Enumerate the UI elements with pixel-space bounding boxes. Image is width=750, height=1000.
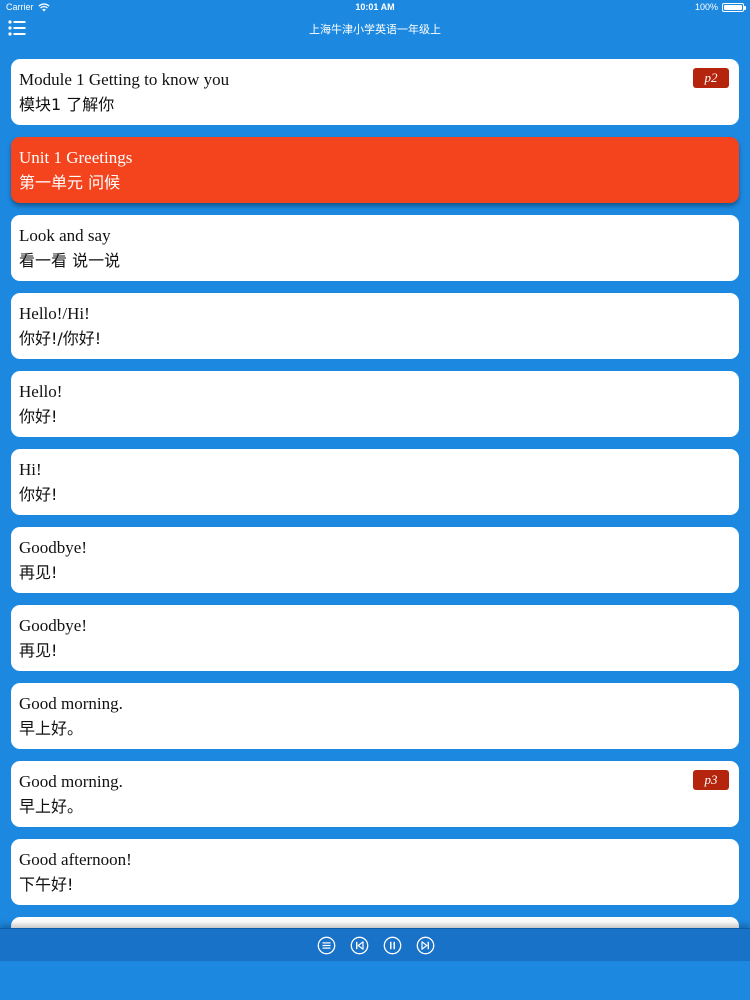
lesson-chinese-text: 你好! — [19, 485, 58, 504]
page-number-badge: p2 — [693, 68, 729, 88]
lesson-english-text: Goodbye! — [19, 538, 87, 557]
lesson-chinese-text: 你好! — [19, 407, 58, 426]
lesson-item-selected[interactable]: Unit 1 Greetings 第一单元 问候 — [11, 137, 739, 203]
lesson-item[interactable]: Look and say 看一看 说一说 — [11, 215, 739, 281]
list-menu-icon[interactable] — [7, 18, 27, 38]
lesson-english-text: Module 1 Getting to know you — [19, 70, 230, 89]
status-right: 100% — [604, 2, 746, 12]
status-left: Carrier — [6, 2, 146, 12]
wifi-icon — [37, 2, 50, 12]
lesson-item[interactable]: Goodbye! 再见! — [11, 527, 739, 593]
status-bar: Carrier 10:01 AM 100% — [0, 0, 750, 14]
page-title: 上海牛津小学英语一年级上 — [309, 23, 441, 36]
lesson-english-text: Look and say — [19, 226, 111, 245]
lesson-chinese-text: 早上好。 — [19, 719, 84, 738]
lesson-item[interactable]: Goodbye! 再见! — [11, 605, 739, 671]
lesson-item[interactable]: Good morning. 早上好。 p3 — [11, 761, 739, 827]
battery-icon — [722, 2, 746, 12]
lesson-item-partial[interactable] — [11, 917, 739, 928]
navigation-bar: 上海牛津小学英语一年级上 — [0, 14, 750, 44]
battery-percent: 100% — [694, 2, 718, 12]
lesson-item[interactable]: Hello!/Hi! 你好!/你好! — [11, 293, 739, 359]
lesson-chinese-text: 模块1 了解你 — [19, 95, 115, 114]
lesson-chinese-text: 看一看 说一说 — [19, 251, 121, 270]
lesson-item[interactable]: Good morning. 早上好。 — [11, 683, 739, 749]
lesson-english-text: Goodbye! — [19, 616, 87, 635]
pause-icon[interactable] — [383, 936, 402, 955]
lesson-english-text: Hello!/Hi! — [19, 304, 90, 323]
lesson-english-text: Good afternoon! — [19, 850, 132, 869]
lesson-english-text: Unit 1 Greetings — [19, 148, 133, 167]
playback-toolbar — [0, 928, 750, 961]
carrier-label: Carrier — [6, 2, 34, 12]
lesson-chinese-text: 再见! — [19, 641, 58, 660]
lesson-chinese-text: 下午好! — [19, 875, 74, 894]
lesson-chinese-text: 早上好。 — [19, 797, 84, 816]
lesson-chinese-text: 第一单元 问候 — [19, 173, 121, 192]
previous-icon[interactable] — [350, 936, 369, 955]
lesson-english-text: Good morning. — [19, 772, 123, 791]
playlist-icon[interactable] — [317, 936, 336, 955]
lesson-item[interactable]: Hi! 你好! — [11, 449, 739, 515]
bottom-area — [0, 961, 750, 1000]
page-number-badge: p3 — [693, 770, 729, 790]
status-time: 10:01 AM — [355, 2, 395, 12]
app-screen: Carrier 10:01 AM 100% 上海牛津小学英语一年级上 Modul… — [0, 0, 750, 1000]
next-icon[interactable] — [416, 936, 435, 955]
lesson-list[interactable]: Module 1 Getting to know you 模块1 了解你 p2 Uni… — [0, 44, 750, 928]
lesson-item[interactable]: Module 1 Getting to know you 模块1 了解你 p2 — [11, 59, 739, 125]
lesson-english-text: Hi! — [19, 460, 42, 479]
lesson-english-text: Hello! — [19, 382, 63, 401]
lesson-chinese-text: 你好!/你好! — [19, 329, 102, 348]
lesson-english-text: Good morning. — [19, 694, 123, 713]
lesson-item[interactable]: Good afternoon! 下午好! — [11, 839, 739, 905]
lesson-item[interactable]: Hello! 你好! — [11, 371, 739, 437]
lesson-chinese-text: 再见! — [19, 563, 58, 582]
